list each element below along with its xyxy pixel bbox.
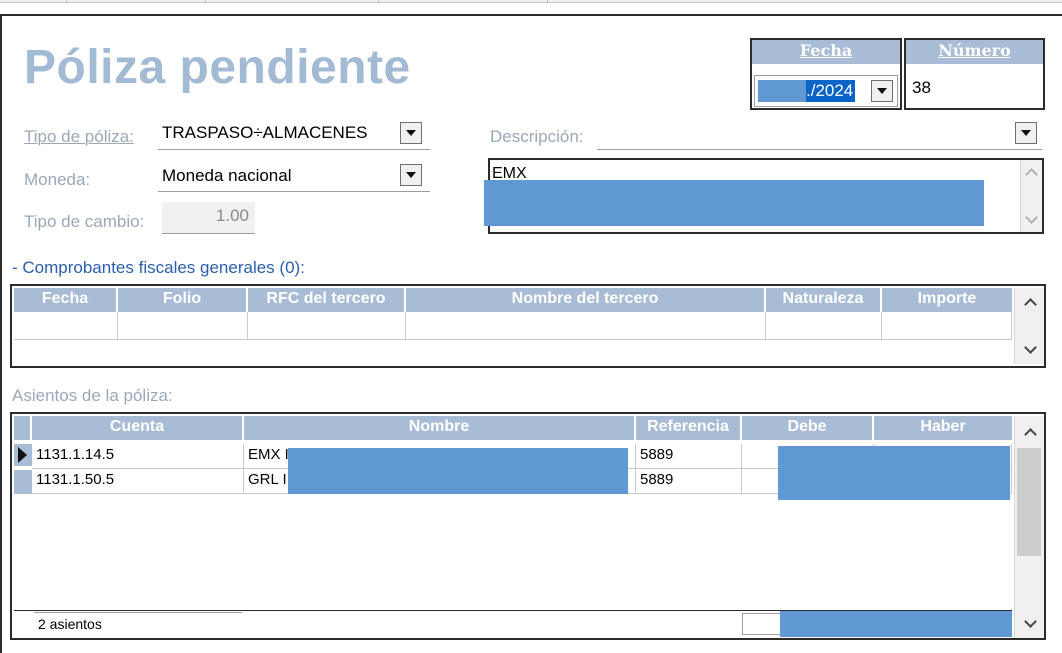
col-importe[interactable]: Importe (882, 288, 1012, 312)
asientos-footer: 2 asientos (14, 610, 1012, 637)
moneda-select[interactable]: Moneda nacional (158, 162, 430, 192)
descripcion-select[interactable] (597, 120, 1042, 150)
row-selector-header (14, 416, 32, 440)
tab-divider (205, 0, 206, 3)
numero-header: Número (906, 40, 1043, 64)
col-debe[interactable]: Debe (742, 416, 874, 440)
fecha-value: ./2024 (806, 80, 856, 102)
comprobantes-grid: Fecha Folio RFC del tercero Nombre del t… (10, 284, 1046, 368)
tipo-poliza-dropdown-button[interactable] (400, 122, 422, 144)
numero-input[interactable]: 38 (912, 78, 931, 98)
table-cell[interactable] (248, 312, 406, 340)
chevron-down-icon[interactable] (1021, 614, 1041, 634)
col-folio[interactable]: Folio (118, 288, 248, 312)
tab-divider (66, 0, 67, 3)
table-cell-cuenta[interactable]: 1131.1.14.5 (32, 444, 244, 469)
redacted-block (484, 180, 984, 226)
table-cell[interactable] (766, 312, 882, 340)
table-cell[interactable] (14, 312, 118, 340)
col-cuenta[interactable]: Cuenta (32, 416, 244, 440)
table-cell-referencia[interactable]: 5889 (636, 444, 742, 469)
moneda-label: Moneda: (24, 170, 91, 189)
row-selector-current[interactable] (14, 444, 32, 468)
asientos-grid: Cuenta Nombre Referencia Debe Haber 1131… (10, 412, 1046, 640)
comprobantes-section-title[interactable]: - Comprobantes fiscales generales (0): (12, 258, 305, 278)
col-rfc-tercero[interactable]: RFC del tercero (248, 288, 406, 312)
moneda-value: Moneda nacional (162, 166, 292, 185)
table-cell[interactable] (406, 312, 766, 340)
col-referencia[interactable]: Referencia (636, 416, 742, 440)
col-nombre[interactable]: Nombre (244, 416, 636, 440)
tipo-poliza-select[interactable]: TRASPASO÷ALMACENES (158, 120, 430, 150)
window-top-strip (0, 0, 1062, 3)
chevron-up-icon[interactable] (1021, 422, 1041, 442)
col-haber[interactable]: Haber (874, 416, 1012, 440)
chevron-down-icon[interactable] (1022, 210, 1042, 230)
table-cell-cuenta[interactable]: 1131.1.50.5 (32, 469, 244, 494)
redacted-block (780, 611, 1012, 637)
chevron-up-icon[interactable] (1022, 162, 1042, 182)
descripcion-textarea[interactable]: EMX (484, 158, 1044, 234)
descripcion-dropdown-button[interactable] (1015, 122, 1037, 144)
fecha-box: Fecha ./2024 (750, 38, 902, 110)
redacted-block (758, 80, 806, 102)
tab-divider (547, 0, 548, 3)
descripcion-label: Descripción: (490, 127, 584, 146)
table-cell[interactable] (118, 312, 248, 340)
asientos-scrollbar[interactable] (1014, 416, 1044, 638)
tipo-cambio-input[interactable]: 1.00 (162, 202, 255, 234)
row-pointer-icon (18, 447, 27, 463)
redacted-block (288, 448, 628, 494)
tipo-poliza-label: Tipo de póliza: (24, 127, 134, 146)
table-cell[interactable] (882, 312, 1012, 340)
row-selector[interactable] (14, 470, 32, 494)
scrollbar-thumb[interactable] (1017, 448, 1041, 556)
tipo-poliza-value: TRASPASO÷ALMACENES (162, 123, 368, 142)
col-fecha[interactable]: Fecha (14, 288, 118, 312)
asientos-section-title: Asientos de la póliza: (12, 386, 173, 405)
tipo-cambio-label: Tipo de cambio: (24, 212, 145, 231)
moneda-dropdown-button[interactable] (400, 164, 422, 186)
fecha-input[interactable]: ./2024 (754, 75, 898, 107)
page-title: Póliza pendiente (24, 41, 411, 94)
chevron-down-icon[interactable] (1021, 340, 1041, 360)
col-naturaleza[interactable]: Naturaleza (766, 288, 882, 312)
numero-box: Número 38 (904, 38, 1045, 110)
fecha-dropdown-button[interactable] (871, 80, 893, 102)
tipo-cambio-value: 1.00 (215, 206, 249, 225)
comprobantes-scrollbar[interactable] (1014, 288, 1044, 364)
table-cell-referencia[interactable]: 5889 (636, 469, 742, 494)
tab-divider (378, 0, 379, 3)
redacted-block (778, 446, 1010, 500)
fecha-header: Fecha (752, 40, 900, 64)
chevron-up-icon[interactable] (1021, 292, 1041, 312)
col-nombre-tercero[interactable]: Nombre del tercero (406, 288, 766, 312)
next-section-title-partial (24, 646, 354, 653)
asientos-count: 2 asientos (34, 612, 242, 634)
descripcion-scrollbar[interactable] (1020, 160, 1042, 232)
